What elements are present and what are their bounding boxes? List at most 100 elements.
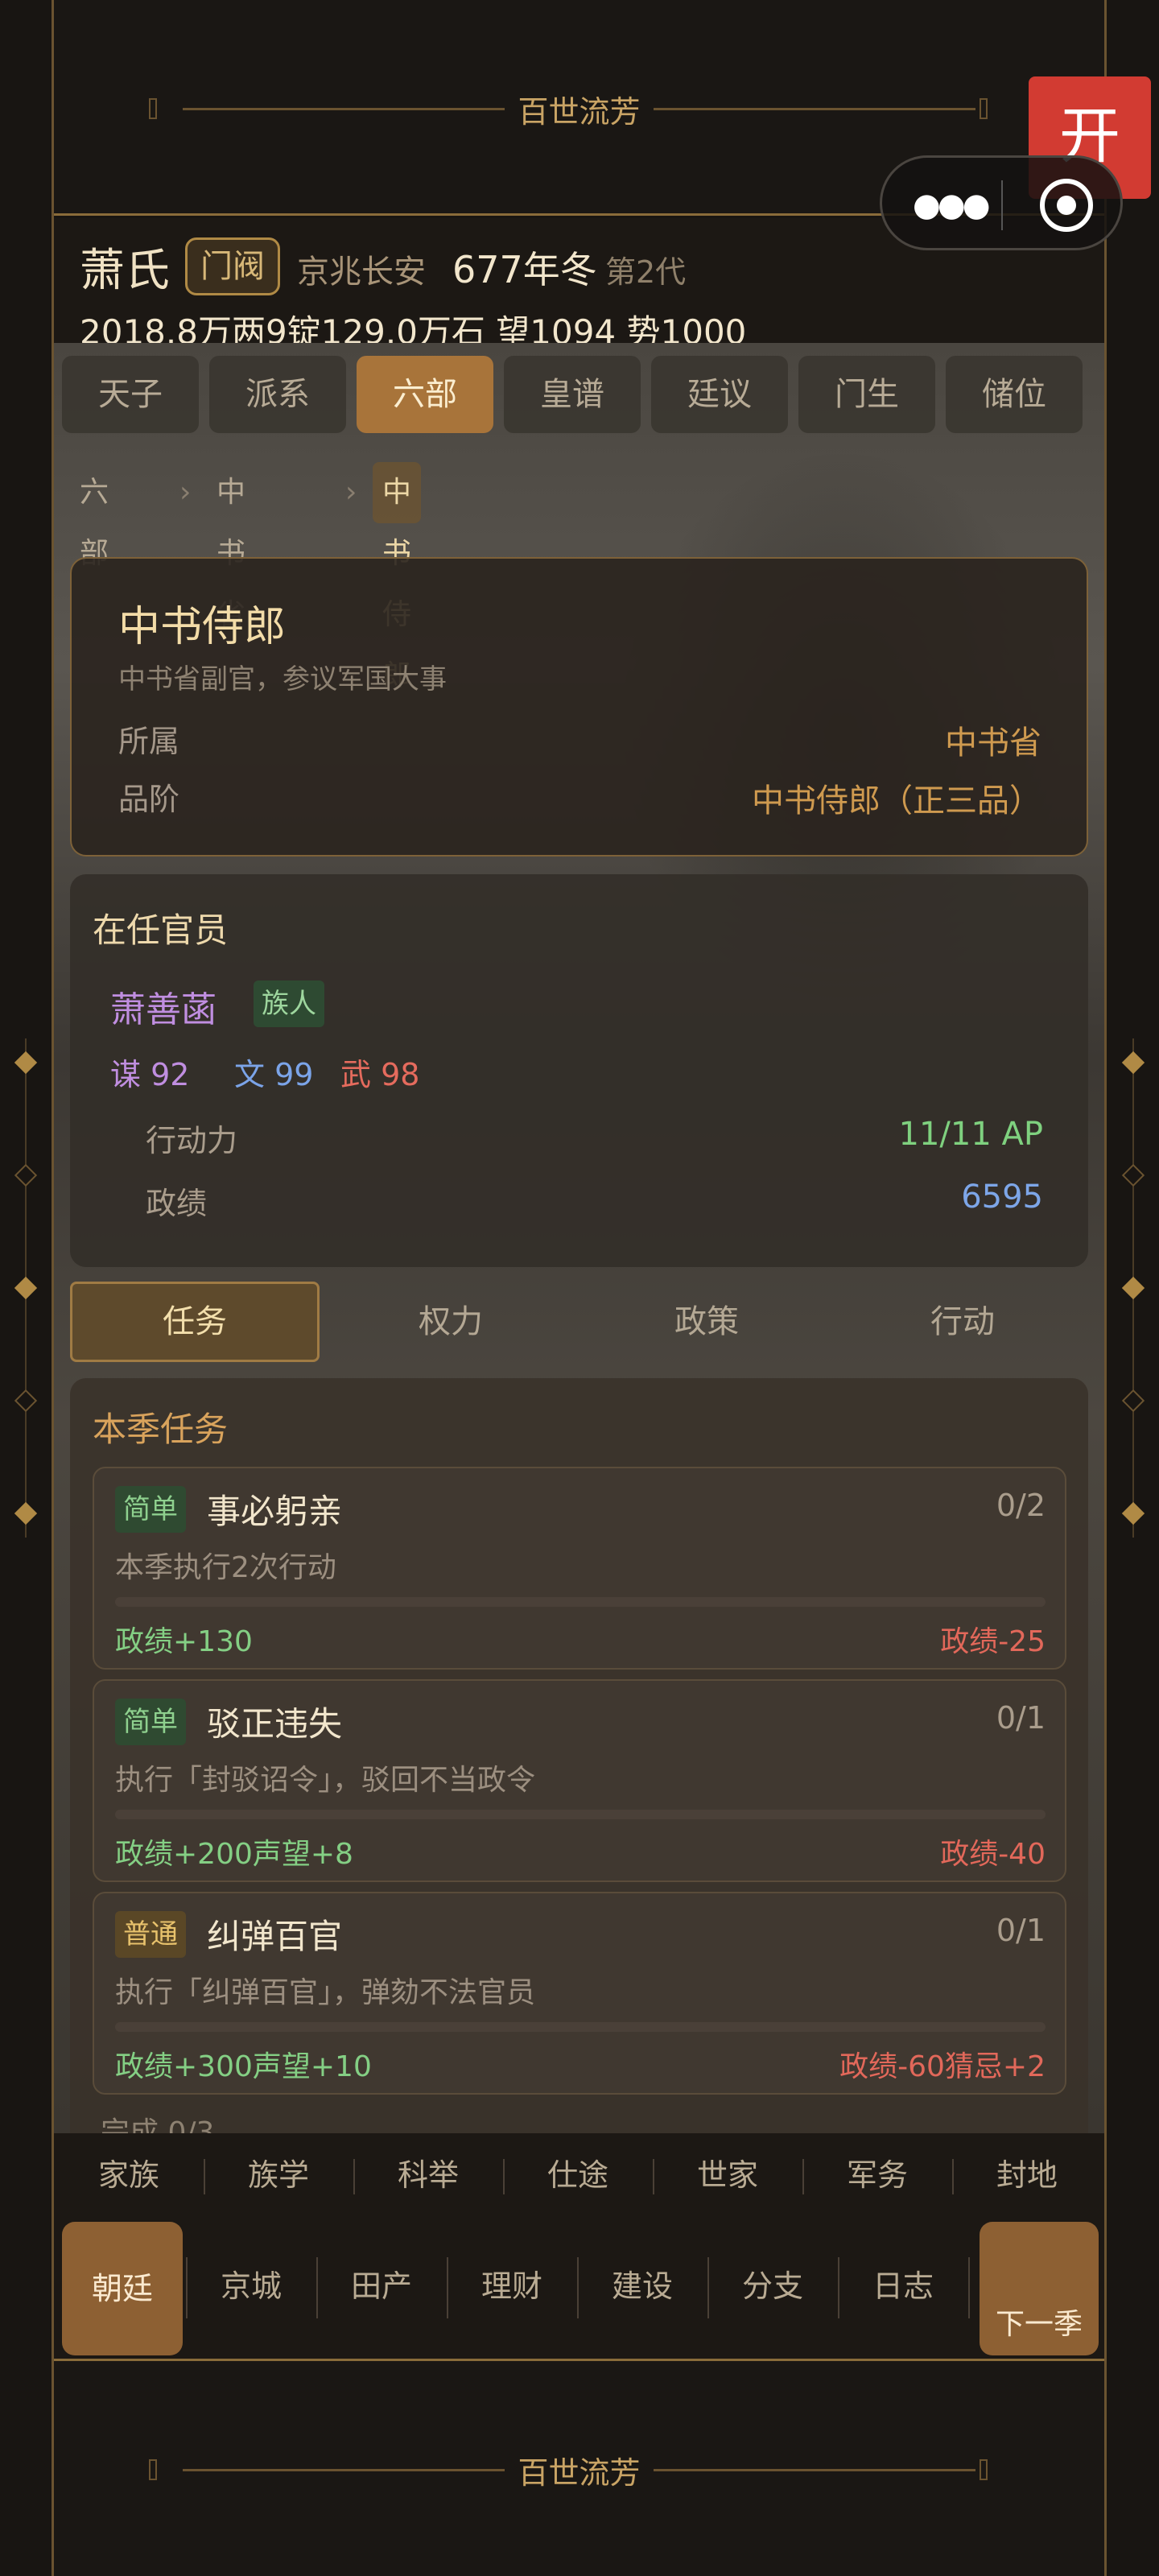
post-title: 中书侍郎 — [118, 603, 287, 651]
diamond-icon — [1121, 1389, 1145, 1413]
left-side-decoration — [14, 1038, 38, 1538]
tab-mensheng[interactable]: 门生 — [798, 356, 935, 433]
grade-value: 中书侍郎（正三品） — [752, 782, 1041, 819]
stat-wu: 武 98 — [340, 1057, 420, 1092]
task-progress-bar — [115, 1810, 1046, 1819]
nav-keju[interactable]: 科举 — [353, 2133, 503, 2217]
banner-cap — [980, 98, 988, 119]
more-dots-icon[interactable]: ●●● — [913, 187, 991, 224]
court-tabs: 天子 派系 六部 皇谱 廷议 门生 储位 — [62, 356, 1096, 433]
tab-tianzi[interactable]: 天子 — [62, 356, 199, 433]
task-progress: 0/1 — [996, 1913, 1046, 1948]
bottom-banner: 百世流芳 — [54, 2359, 1104, 2576]
tab-tingyi[interactable]: 廷议 — [651, 356, 788, 433]
ap-label: 行动力 — [146, 1123, 238, 1158]
diamond-icon — [14, 1051, 38, 1075]
diamond-icon — [14, 1501, 38, 1525]
banner-line — [654, 108, 975, 110]
diamond-icon — [14, 1276, 38, 1300]
subtab-tasks[interactable]: 任务 — [70, 1282, 320, 1362]
nav-jiazu[interactable]: 家族 — [54, 2133, 204, 2217]
task-item[interactable]: 简单 事必躬亲 0/2 本季执行2次行动 政绩+130 政绩-25 — [93, 1467, 1066, 1670]
family-location: 京兆长安 — [297, 254, 426, 291]
diamond-icon — [1121, 1501, 1145, 1525]
difficulty-badge: 简单 — [115, 1699, 186, 1745]
banner-cap — [149, 2459, 157, 2480]
tab-chuwei[interactable]: 储位 — [946, 356, 1083, 433]
nav-jingcheng[interactable]: 京城 — [186, 2246, 316, 2326]
task-description: 执行「纠弹百官」，弹劾不法官员 — [115, 1976, 536, 2009]
banner-line — [183, 2469, 505, 2471]
nav-rizhi[interactable]: 日志 — [838, 2246, 968, 2326]
nav-fenzhi[interactable]: 分支 — [707, 2246, 838, 2326]
family-rank-tag: 门阀 — [185, 237, 280, 295]
ap-value: 11/11 AP — [898, 1116, 1043, 1153]
nav-tianchan[interactable]: 田产 — [316, 2246, 447, 2326]
task-penalty: 政绩-25 — [940, 1625, 1046, 1658]
current-year: 677年冬 — [452, 248, 597, 291]
right-side-decoration — [1121, 1038, 1145, 1538]
main-content: 天子 派系 六部 皇谱 廷议 门生 储位 六部 › 中书省 › 中书侍郎 中书侍… — [54, 343, 1104, 2133]
subtab-policy[interactable]: 政策 — [582, 1282, 831, 1362]
task-name: 纠弹百官 — [207, 1917, 343, 1956]
banner-line — [654, 2469, 975, 2471]
banner-title: 百世流芳 — [518, 94, 641, 130]
nav-shitu[interactable]: 仕途 — [503, 2133, 653, 2217]
nav-shijia[interactable]: 世家 — [653, 2133, 802, 2217]
difficulty-badge: 简单 — [115, 1486, 186, 1533]
task-reward: 政绩+130 — [115, 1625, 253, 1658]
stat-wen: 文 99 — [234, 1057, 314, 1092]
target-icon[interactable] — [1040, 179, 1093, 232]
officer-name[interactable]: 萧善菡 — [110, 980, 217, 1032]
banner-cap — [149, 98, 157, 119]
banner-title: 百世流芳 — [518, 2455, 641, 2491]
frame-right-border — [1104, 0, 1107, 2576]
nav-fengdi[interactable]: 封地 — [952, 2133, 1102, 2217]
task-description: 本季执行2次行动 — [115, 1551, 336, 1584]
subtab-action[interactable]: 行动 — [838, 1282, 1087, 1362]
diamond-icon — [14, 1163, 38, 1187]
task-progress-bar — [115, 2022, 1046, 2032]
breadcrumb-current: 中书侍郎 — [373, 462, 422, 692]
officer-section-title: 在任官员 — [93, 910, 229, 950]
banner-cap — [980, 2459, 988, 2480]
task-description: 执行「封驳诏令」，驳回不当政令 — [115, 1764, 536, 1797]
diamond-icon — [1121, 1163, 1145, 1187]
tab-liubu[interactable]: 六部 — [357, 356, 493, 433]
nav-zuxue[interactable]: 族学 — [204, 2133, 353, 2217]
officer-tag: 族人 — [254, 980, 324, 1027]
task-name: 驳正违失 — [207, 1704, 343, 1744]
tab-huangpu[interactable]: 皇谱 — [504, 356, 641, 433]
chevron-right-icon: › — [179, 476, 192, 509]
next-season-button[interactable]: 下一季 — [980, 2222, 1099, 2355]
diamond-icon — [1121, 1051, 1145, 1075]
breadcrumb-item[interactable]: 中书省 — [207, 462, 255, 631]
difficulty-badge: 普通 — [115, 1911, 186, 1958]
chevron-right-icon: › — [345, 476, 357, 509]
post-description: 中书省副官，参议军国大事 — [118, 663, 447, 696]
office-subtabs: 任务 权力 政策 行动 — [70, 1282, 1088, 1362]
mini-program-capsule: ●●● — [880, 155, 1123, 250]
task-item[interactable]: 简单 驳正违失 0/1 执行「封驳诏令」，驳回不当政令 政绩+200声望+8 政… — [93, 1679, 1066, 1882]
task-progress-bar — [115, 1597, 1046, 1607]
subtab-power[interactable]: 权力 — [326, 1282, 575, 1362]
task-progress: 0/1 — [996, 1700, 1046, 1736]
task-progress: 0/2 — [996, 1488, 1046, 1523]
task-penalty: 政绩-40 — [940, 1838, 1046, 1871]
generation: 第2代 — [605, 254, 687, 290]
breadcrumb-item[interactable]: 六部 — [70, 462, 118, 570]
nav-jianshe[interactable]: 建设 — [577, 2246, 707, 2326]
score-label: 政绩 — [146, 1186, 208, 1221]
tab-paixi[interactable]: 派系 — [209, 356, 346, 433]
grade-label: 品阶 — [118, 782, 180, 817]
nav-chaoting[interactable]: 朝廷 — [62, 2222, 183, 2355]
nav-row-top: 家族 族学 科举 仕途 世家 军务 封地 — [54, 2133, 1104, 2217]
task-panel: 本季任务 简单 事必躬亲 0/2 本季执行2次行动 政绩+130 政绩-25 简… — [70, 1378, 1088, 2133]
task-completion: 完成 0/3 — [101, 2116, 215, 2133]
diamond-icon — [14, 1389, 38, 1413]
nav-licai[interactable]: 理财 — [447, 2246, 577, 2326]
task-item[interactable]: 普通 纠弹百官 0/1 执行「纠弹百官」，弹劾不法官员 政绩+300声望+10 … — [93, 1892, 1066, 2095]
nav-junwu[interactable]: 军务 — [802, 2133, 952, 2217]
stat-mou: 谋 92 — [110, 1057, 190, 1092]
task-reward: 政绩+200声望+8 — [115, 1838, 353, 1871]
